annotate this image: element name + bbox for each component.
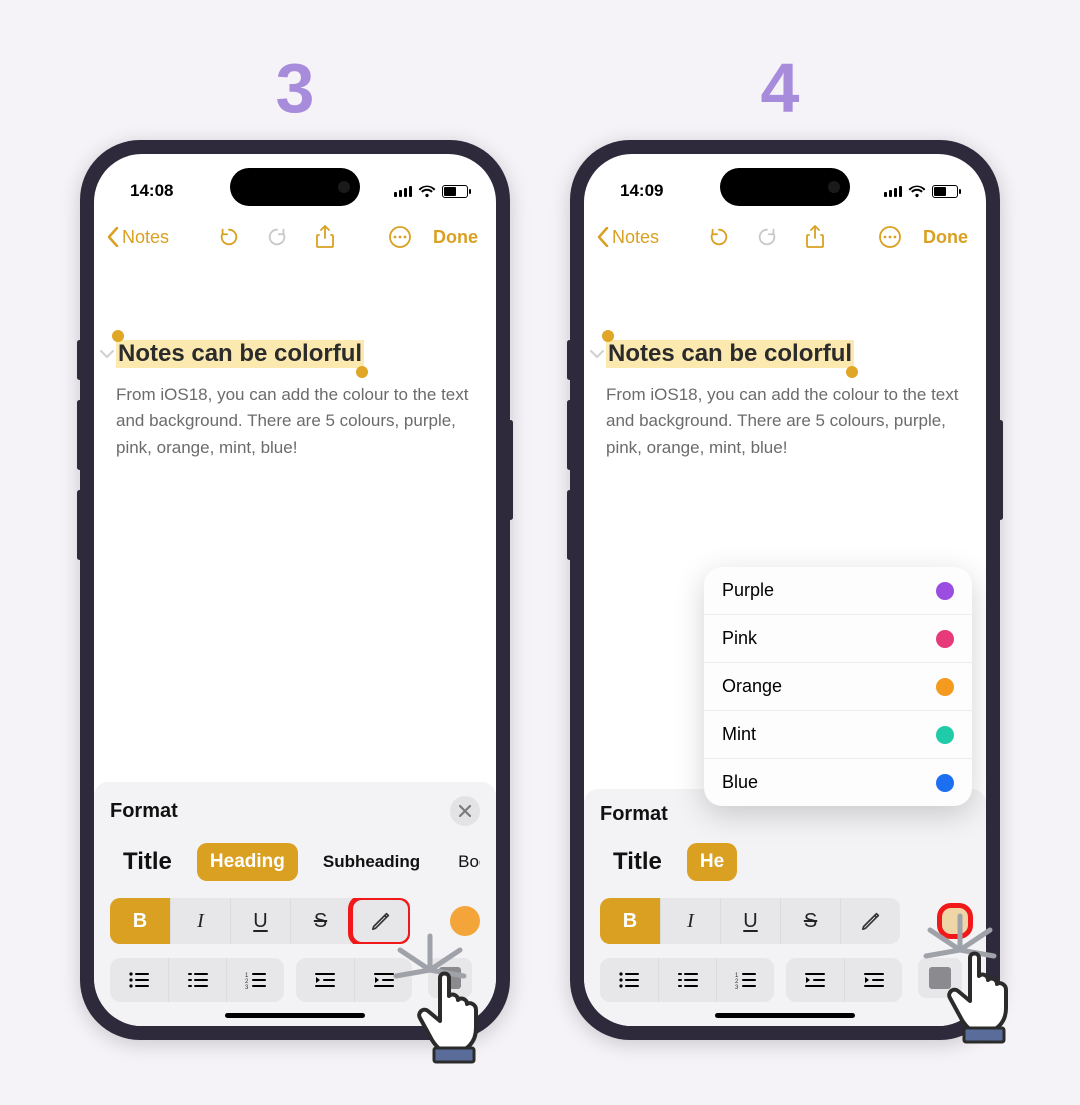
home-indicator[interactable]	[225, 1013, 365, 1018]
pencil-icon	[860, 910, 882, 932]
battery-icon	[442, 185, 468, 198]
outdent-button[interactable]	[296, 958, 354, 1002]
color-item-pink[interactable]: Pink	[704, 615, 972, 663]
phone-frame-3: 14:08 Notes	[80, 140, 510, 1040]
chevron-down-icon	[590, 346, 604, 364]
svg-text:3: 3	[735, 985, 739, 989]
bold-button[interactable]: B	[600, 898, 660, 944]
wifi-icon	[908, 185, 926, 198]
note-body[interactable]: From iOS18, you can add the colour to th…	[606, 382, 964, 461]
back-button[interactable]: Notes	[106, 227, 169, 248]
note-body[interactable]: From iOS18, you can add the colour to th…	[116, 382, 474, 461]
dash-list-button[interactable]	[168, 958, 226, 1002]
style-title[interactable]: Title	[110, 840, 185, 884]
dynamic-island	[720, 168, 850, 206]
format-title: Format	[600, 803, 668, 826]
color-item-mint[interactable]: Mint	[704, 711, 972, 759]
undo-button[interactable]	[704, 222, 734, 252]
chevron-down-icon	[100, 346, 114, 364]
number-list-button[interactable]: 123	[716, 958, 774, 1002]
close-format-button[interactable]	[450, 796, 480, 826]
note-title-selected[interactable]: Notes can be colorful	[606, 340, 854, 368]
strike-button[interactable]: S	[290, 898, 350, 944]
style-heading[interactable]: Heading	[197, 843, 298, 881]
done-button[interactable]: Done	[433, 227, 478, 248]
outdent-button[interactable]	[786, 958, 844, 1002]
home-indicator[interactable]	[715, 1013, 855, 1018]
step-number-3: 3	[276, 48, 315, 128]
share-button[interactable]	[310, 222, 340, 252]
style-subheading[interactable]: Subheading	[310, 844, 433, 880]
navigation-bar: Notes Done	[94, 210, 496, 260]
battery-icon	[932, 185, 958, 198]
clock: 14:08	[130, 181, 173, 201]
cellular-icon	[884, 185, 902, 197]
back-button[interactable]: Notes	[596, 227, 659, 248]
chevron-left-icon	[596, 227, 610, 247]
redo-button[interactable]	[262, 222, 292, 252]
highlighter-button[interactable]	[840, 898, 900, 944]
svg-text:3: 3	[245, 985, 249, 989]
italic-button[interactable]: I	[660, 898, 720, 944]
strike-button[interactable]: S	[780, 898, 840, 944]
more-button[interactable]	[385, 222, 415, 252]
redo-button[interactable]	[752, 222, 782, 252]
step-number-4: 4	[761, 48, 800, 128]
italic-button[interactable]: I	[170, 898, 230, 944]
bold-button[interactable]: B	[110, 898, 170, 944]
chevron-left-icon	[106, 227, 120, 247]
bullet-list-button[interactable]	[600, 958, 658, 1002]
color-menu: Purple Pink Orange Mint Blue	[704, 567, 972, 806]
style-body[interactable]: Body	[445, 844, 480, 880]
dynamic-island	[230, 168, 360, 206]
format-title: Format	[110, 800, 178, 823]
color-item-purple[interactable]: Purple	[704, 567, 972, 615]
tap-cursor	[370, 930, 480, 1050]
color-item-blue[interactable]: Blue	[704, 759, 972, 806]
bullet-list-button[interactable]	[110, 958, 168, 1002]
indent-button[interactable]	[844, 958, 902, 1002]
note-title-selected[interactable]: Notes can be colorful	[116, 340, 364, 368]
style-heading[interactable]: He	[687, 843, 737, 881]
more-button[interactable]	[875, 222, 905, 252]
undo-button[interactable]	[214, 222, 244, 252]
phone-frame-4: 14:09 Notes	[570, 140, 1000, 1040]
style-row: Title Heading Subheading Body	[110, 840, 480, 884]
number-list-button[interactable]: 123	[226, 958, 284, 1002]
cellular-icon	[394, 185, 412, 197]
style-title[interactable]: Title	[600, 840, 675, 884]
dash-list-button[interactable]	[658, 958, 716, 1002]
back-label: Notes	[612, 227, 659, 248]
back-label: Notes	[122, 227, 169, 248]
navigation-bar: Notes Done	[584, 210, 986, 260]
tap-cursor	[900, 910, 1010, 1030]
underline-button[interactable]: U	[230, 898, 290, 944]
clock: 14:09	[620, 181, 663, 201]
style-row: Title He	[600, 840, 970, 884]
wifi-icon	[418, 185, 436, 198]
color-item-orange[interactable]: Orange	[704, 663, 972, 711]
done-button[interactable]: Done	[923, 227, 968, 248]
share-button[interactable]	[800, 222, 830, 252]
underline-button[interactable]: U	[720, 898, 780, 944]
